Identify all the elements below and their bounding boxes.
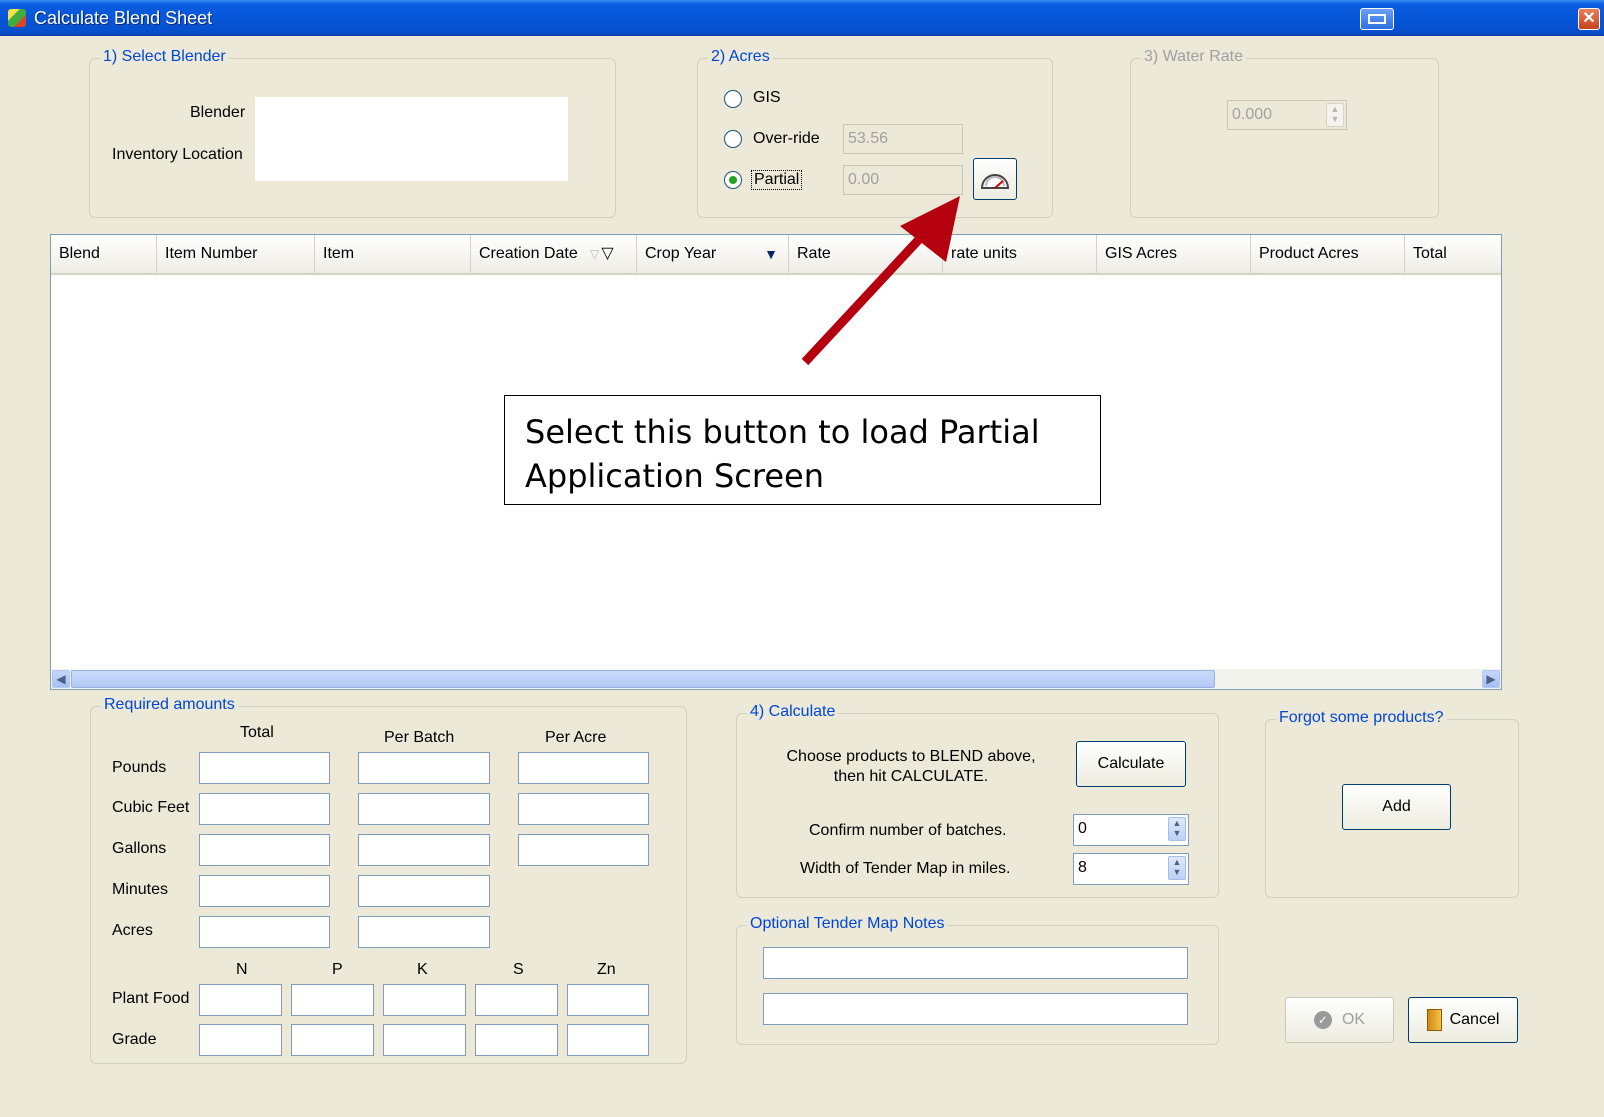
grade-k-field[interactable] <box>383 1024 466 1056</box>
grade-p-field[interactable] <box>291 1024 374 1056</box>
calculate-instruction-line2: then hit CALCULATE. <box>833 768 989 785</box>
pounds-per-batch-field[interactable] <box>358 752 490 784</box>
plant-food-n-field[interactable] <box>199 984 282 1016</box>
tender-map-width-spinner[interactable]: 8 ▲ ▼ <box>1073 853 1189 885</box>
cancel-button[interactable]: Cancel <box>1408 997 1518 1043</box>
nutrient-label-zn: Zn <box>597 961 616 978</box>
plant-food-zn-field[interactable] <box>567 984 649 1016</box>
cubic-feet-total-field[interactable] <box>199 793 330 825</box>
tender-map-width-value: 8 <box>1078 859 1087 876</box>
plant-food-p-field[interactable] <box>291 984 374 1016</box>
pounds-total-field[interactable] <box>199 752 330 784</box>
calculate-instructions: Choose products to BLEND above, then hit… <box>778 747 1044 787</box>
acres-total-field[interactable] <box>199 916 330 948</box>
minutes-total-field[interactable] <box>199 875 330 907</box>
add-button[interactable]: Add <box>1342 784 1451 830</box>
acres-per-batch-field[interactable] <box>358 916 490 948</box>
grade-n-field[interactable] <box>199 1024 282 1056</box>
notes-line2-field[interactable] <box>763 993 1188 1025</box>
gallons-per-batch-field[interactable] <box>358 834 490 866</box>
ok-button[interactable]: ✓ OK <box>1285 997 1394 1043</box>
minutes-per-batch-field[interactable] <box>358 875 490 907</box>
notes-line1-field[interactable] <box>763 947 1188 979</box>
grade-zn-field[interactable] <box>567 1024 649 1056</box>
plant-food-s-field[interactable] <box>475 984 558 1016</box>
cubic-feet-per-batch-field[interactable] <box>358 793 490 825</box>
acres-label: Acres <box>112 922 153 939</box>
calculate-legend: 4) Calculate <box>747 703 839 721</box>
calculate-button[interactable]: Calculate <box>1076 741 1186 787</box>
plant-food-k-field[interactable] <box>383 984 466 1016</box>
tender-map-width-label: Width of Tender Map in miles. <box>800 860 1011 877</box>
ok-label: OK <box>1341 1011 1366 1028</box>
plant-food-label: Plant Food <box>112 990 190 1007</box>
tender-map-notes-legend: Optional Tender Map Notes <box>747 915 948 933</box>
forgot-products-legend: Forgot some products? <box>1276 709 1447 727</box>
exit-door-icon <box>1426 1008 1442 1031</box>
gallons-per-acre-field[interactable] <box>518 834 649 866</box>
pounds-per-acre-field[interactable] <box>518 752 649 784</box>
nutrient-label-n: N <box>236 961 248 978</box>
cubic-feet-per-acre-field[interactable] <box>518 793 649 825</box>
cubic-feet-label: Cubic Feet <box>112 799 190 816</box>
cancel-label: Cancel <box>1449 1011 1500 1028</box>
nutrient-label-s: S <box>513 961 524 978</box>
batches-value: 0 <box>1078 820 1087 837</box>
minutes-label: Minutes <box>112 881 169 898</box>
spinner-arrows-icon[interactable]: ▲ ▼ <box>1168 817 1186 841</box>
grade-s-field[interactable] <box>475 1024 558 1056</box>
tender-map-notes-group: Optional Tender Map Notes <box>736 915 1219 1045</box>
batches-label: Confirm number of batches. <box>809 822 1007 839</box>
batches-spinner[interactable]: 0 ▲ ▼ <box>1073 814 1189 846</box>
checkmark-icon: ✓ <box>1313 1010 1332 1029</box>
pounds-label: Pounds <box>112 759 167 776</box>
column-label-per-acre: Per Acre <box>545 729 607 746</box>
nutrient-label-k: K <box>417 961 428 978</box>
column-label-per-batch: Per Batch <box>384 729 455 746</box>
column-label-total: Total <box>240 724 274 741</box>
nutrient-label-p: P <box>332 961 343 978</box>
gallons-total-field[interactable] <box>199 834 330 866</box>
spinner-arrows-icon[interactable]: ▲ ▼ <box>1168 856 1186 880</box>
gallons-label: Gallons <box>112 840 167 857</box>
required-amounts-legend: Required amounts <box>101 696 238 714</box>
calculate-instruction-line1: Choose products to BLEND above, <box>786 748 1036 765</box>
grade-label: Grade <box>112 1031 157 1048</box>
